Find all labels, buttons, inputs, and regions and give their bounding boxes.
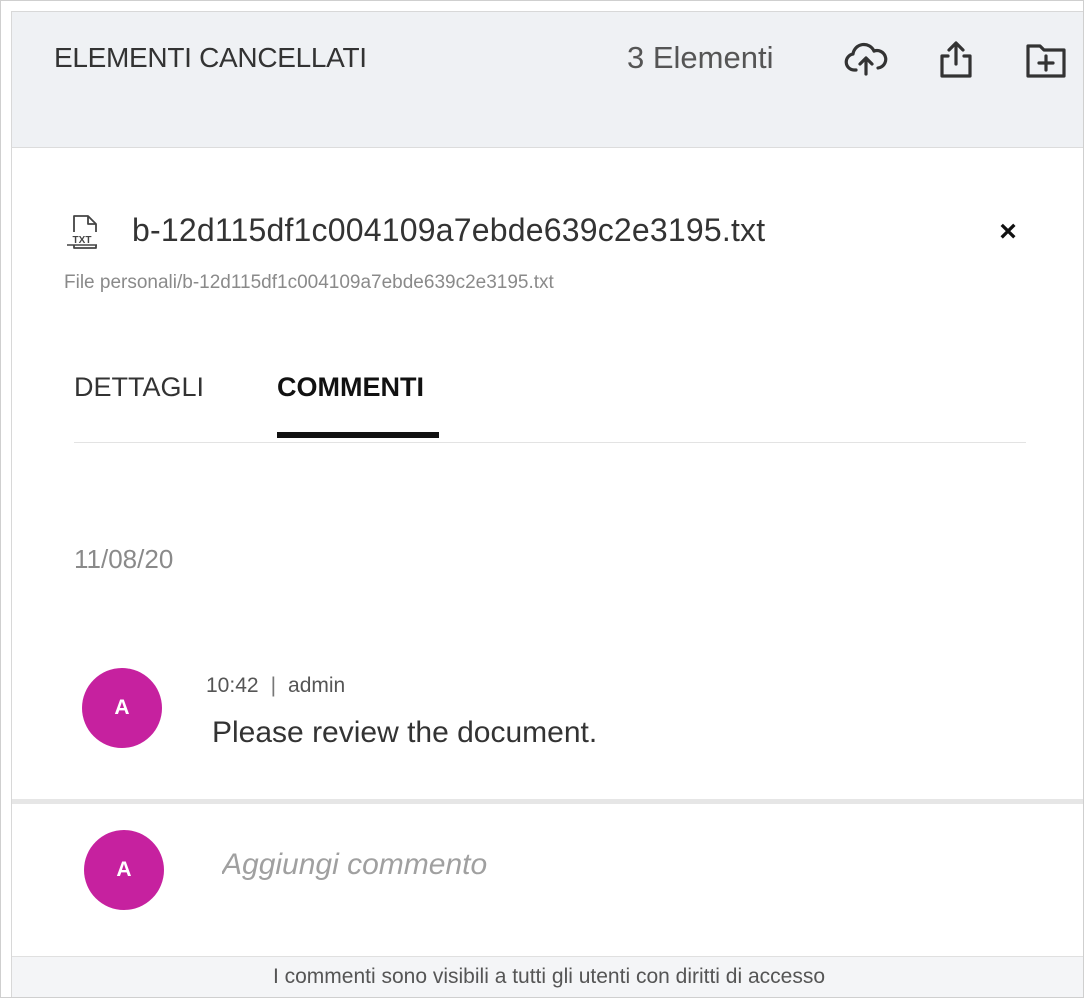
comment-meta: 10:42 | admin (206, 674, 345, 698)
comment-date: 11/08/20 (74, 544, 174, 574)
comment-author: admin (288, 674, 346, 697)
comment-text: Please review the document. (212, 716, 598, 749)
txt-file-icon: TXT (64, 212, 104, 252)
tab-details[interactable]: DETTAGLI (74, 372, 204, 403)
tab-bar: DETTAGLI COMMENTI (74, 358, 1026, 443)
divider (12, 799, 1083, 804)
current-user-avatar: A (84, 830, 164, 910)
add-comment-input[interactable] (222, 840, 1002, 890)
file-path: File personali/b-12d115df1c004109a7ebde6… (64, 272, 554, 293)
comment-time: 10:42 (206, 674, 259, 697)
active-tab-indicator (277, 432, 439, 438)
tab-comments[interactable]: COMMENTI (277, 372, 424, 403)
file-name: b-12d115df1c004109a7ebde639c2e3195.txt (132, 212, 766, 248)
details-panel: TXT b-12d115df1c004109a7ebde639c2e3195.t… (11, 147, 1083, 997)
avatar: A (82, 668, 162, 748)
close-button[interactable]: × (990, 214, 1026, 250)
share-icon[interactable] (932, 36, 980, 84)
cloud-upload-icon[interactable] (842, 36, 890, 84)
comment-meta-separator: | (270, 674, 277, 697)
app-frame: ELEMENTI CANCELLATI 3 Elementi TXT b-12d… (0, 0, 1084, 998)
page-title: ELEMENTI CANCELLATI (54, 42, 367, 73)
header-bar: ELEMENTI CANCELLATI 3 Elementi (11, 11, 1083, 147)
new-folder-icon[interactable] (1022, 36, 1070, 84)
comments-visibility-note: I commenti sono visibili a tutti gli ute… (12, 956, 1083, 997)
item-count: 3 Elementi (627, 40, 774, 75)
